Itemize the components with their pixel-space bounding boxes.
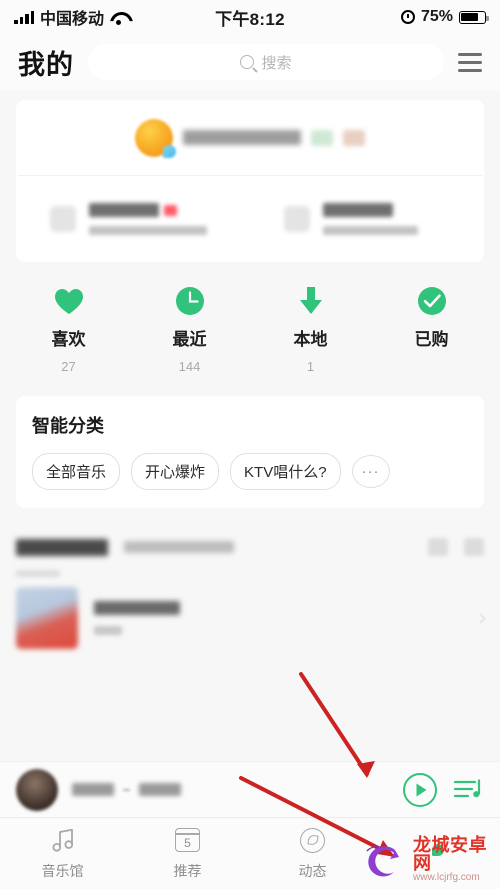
playlist-section <box>0 526 500 659</box>
notification-dot <box>164 204 177 216</box>
mini-player-track-info <box>72 783 181 796</box>
username-redacted <box>183 130 301 145</box>
tab-activity[interactable]: 动态 <box>250 818 375 889</box>
profile-entry-1-subtitle-redacted <box>89 226 207 235</box>
playlist-row-text <box>94 601 180 635</box>
green-dot-shape <box>431 844 444 856</box>
mini-player-separator <box>123 788 130 791</box>
tab-music-hall[interactable]: 音乐馆 <box>0 818 125 889</box>
quick-action-recent-count: 144 <box>178 359 201 374</box>
smart-category-title: 智能分类 <box>32 416 104 436</box>
profile-entry-1[interactable] <box>16 176 250 262</box>
quick-action-liked-count: 27 <box>61 359 76 374</box>
status-bar-clock: 下午8:12 <box>215 9 285 29</box>
app-header: 我的 搜索 <box>0 34 500 90</box>
calendar-day-number: 5 <box>184 836 191 850</box>
playlist-section-subtitle-redacted <box>124 541 234 553</box>
calendar-icon: 5 <box>175 826 200 854</box>
mini-player-artist-redacted <box>139 783 181 796</box>
playlist-row-subtitle-redacted <box>94 626 122 635</box>
tab-mine[interactable] <box>375 818 500 889</box>
profile-entry-1-title-redacted <box>89 203 159 217</box>
playlist-cover-art <box>16 587 78 649</box>
page-title: 我的 <box>18 49 74 80</box>
chip-all-music[interactable]: 全部音乐 <box>32 453 121 490</box>
chevron-right-icon <box>475 613 486 623</box>
quick-action-recent-label: 最近 <box>172 330 207 349</box>
green-dot-icon <box>431 836 444 864</box>
tab-activity-label: 动态 <box>298 863 327 879</box>
compass-icon <box>300 826 325 854</box>
download-arrow-icon <box>297 286 325 316</box>
quick-action-local[interactable]: 本地 1 <box>250 286 371 374</box>
quick-action-local-label: 本地 <box>293 330 328 349</box>
battery-percent-label: 75% <box>420 8 453 25</box>
chip-happy-explosion[interactable]: 开心爆炸 <box>131 453 220 490</box>
profile-entry-2-title-row <box>323 203 418 217</box>
play-button-icon[interactable] <box>402 772 438 808</box>
mini-player-bar[interactable] <box>0 761 500 817</box>
smart-category-card: 智能分类 全部音乐 开心爆炸 KTV唱什么? ··· <box>16 396 484 508</box>
profile-entry-1-title-row <box>89 203 207 217</box>
quick-actions-row: 喜欢 27 最近 144 本地 1 已购 <box>0 262 500 380</box>
tab-music-hall-label: 音乐馆 <box>41 863 84 879</box>
playlist-section-header[interactable] <box>16 526 484 568</box>
playlist-header-icon-2[interactable] <box>464 538 484 556</box>
tab-recommend-label: 推荐 <box>173 863 202 879</box>
playlist-section-meta-redacted <box>16 570 60 577</box>
profile-entry-1-icon <box>50 206 76 232</box>
profile-entry-2-subtitle-redacted <box>323 226 418 235</box>
search-input[interactable]: 搜索 <box>88 44 444 80</box>
list-item[interactable] <box>16 577 486 659</box>
profile-entry-1-text <box>89 203 207 235</box>
calendar-shape: 5 <box>175 828 200 852</box>
mini-player-album-art[interactable] <box>16 768 58 811</box>
smart-category-chips: 全部音乐 开心爆炸 KTV唱什么? ··· <box>32 453 468 490</box>
avatar[interactable] <box>135 118 176 158</box>
battery-icon <box>458 10 489 24</box>
quick-action-liked-label: 喜欢 <box>51 330 86 349</box>
profile-entry-2-title-redacted <box>323 203 393 217</box>
playlist-row-title-redacted <box>94 601 180 615</box>
status-bar: 中国移动 下午8:12 75% <box>0 0 500 34</box>
status-bar-left: 中国移动 <box>14 5 171 29</box>
playlist-section-title-redacted <box>16 538 108 556</box>
profile-badge-1 <box>311 129 333 146</box>
compass-shape <box>300 827 325 853</box>
mini-player-track-redacted <box>72 783 114 796</box>
chip-ktv[interactable]: KTV唱什么? <box>230 453 341 490</box>
profile-entry-2[interactable] <box>250 176 484 262</box>
profile-identity-row[interactable] <box>16 100 484 175</box>
signal-bars-icon <box>14 10 34 24</box>
quick-action-purchased-label: 已购 <box>414 330 449 349</box>
profile-entry-2-text <box>323 203 418 235</box>
bottom-tab-bar: 音乐馆 5 推荐 动态 <box>0 817 500 889</box>
search-icon <box>240 55 255 69</box>
profile-entry-row <box>16 176 484 262</box>
check-circle-icon <box>417 286 447 316</box>
quick-action-local-count: 1 <box>306 359 315 374</box>
clock-icon <box>175 286 205 316</box>
hamburger-menu-icon[interactable] <box>458 52 482 72</box>
quick-action-liked[interactable]: 喜欢 27 <box>8 286 129 374</box>
tab-recommend[interactable]: 5 推荐 <box>125 818 250 889</box>
heart-icon <box>54 286 84 316</box>
playlist-queue-icon[interactable] <box>452 775 484 805</box>
status-bar-right: 75% <box>329 8 489 26</box>
profile-entry-2-icon <box>284 206 310 232</box>
wifi-icon <box>110 11 127 25</box>
search-placeholder: 搜索 <box>261 54 292 72</box>
alarm-clock-icon <box>400 10 415 24</box>
chip-more-button[interactable]: ··· <box>351 455 390 488</box>
quick-action-recent[interactable]: 最近 144 <box>129 286 250 374</box>
music-note-icon <box>49 826 77 854</box>
quick-action-purchased[interactable]: 已购 <box>371 286 492 374</box>
carrier-label: 中国移动 <box>40 11 105 28</box>
profile-badge-2 <box>343 129 365 146</box>
profile-card[interactable] <box>16 100 484 262</box>
playlist-header-icon-1[interactable] <box>428 538 448 556</box>
